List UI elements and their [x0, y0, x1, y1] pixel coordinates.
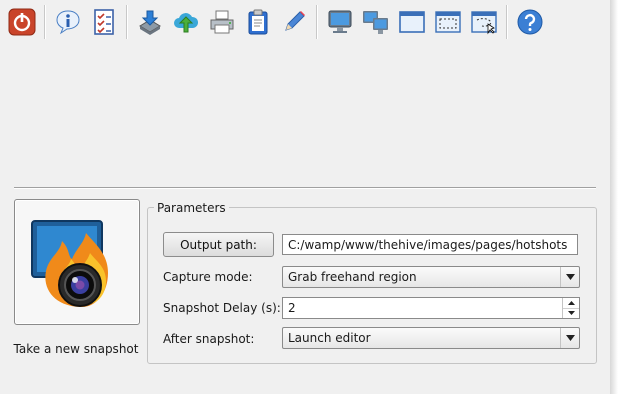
- window-icon: [399, 11, 425, 33]
- edit-button[interactable]: [276, 4, 312, 40]
- freehand-region-icon: [471, 11, 497, 35]
- power-icon: [8, 8, 36, 36]
- clipboard-icon: [248, 9, 268, 35]
- after-snapshot-label: After snapshot:: [163, 332, 255, 346]
- pencil-icon: [285, 11, 305, 31]
- printer-icon: [210, 10, 234, 34]
- toolbar-separator: [126, 5, 128, 39]
- snapshot-delay-value: 2: [288, 301, 296, 315]
- help-icon: [517, 9, 543, 35]
- capture-region-button[interactable]: [430, 4, 466, 40]
- checklist-icon: [94, 9, 114, 35]
- info-icon: [56, 10, 80, 35]
- monitor-icon: [328, 10, 352, 33]
- chevron-down-icon: [560, 267, 579, 287]
- window-shadow: [610, 0, 618, 394]
- spin-down-icon[interactable]: [562, 308, 579, 318]
- upload-button[interactable]: [168, 4, 204, 40]
- toolbar-separator: [316, 5, 318, 39]
- take-snapshot-button[interactable]: [14, 199, 140, 325]
- about-button[interactable]: [50, 4, 86, 40]
- capture-all-screens-button[interactable]: [358, 4, 394, 40]
- after-snapshot-select[interactable]: Launch editor: [282, 327, 580, 349]
- snapshot-delay-spinbox[interactable]: 2: [282, 297, 580, 319]
- capture-mode-select[interactable]: Grab freehand region: [282, 266, 580, 288]
- snapshot-delay-label: Snapshot Delay (s):: [163, 301, 281, 315]
- capture-mode-label: Capture mode:: [163, 270, 253, 284]
- separator-line: [14, 187, 596, 189]
- cloud-upload-icon: [174, 13, 199, 33]
- after-snapshot-value: Launch editor: [288, 331, 371, 345]
- take-snapshot-label: Take a new snapshot: [13, 342, 139, 356]
- output-path-field[interactable]: C:/wamp/www/thehive/images/pages/hotshot…: [282, 234, 578, 255]
- preferences-button[interactable]: [86, 4, 122, 40]
- capture-screen-button[interactable]: [322, 4, 358, 40]
- camera-flame-icon: [31, 220, 108, 307]
- region-icon: [435, 11, 461, 33]
- toolbar: [4, 2, 548, 42]
- multi-monitor-icon: [363, 11, 388, 34]
- copy-button[interactable]: [240, 4, 276, 40]
- quit-button[interactable]: [4, 4, 40, 40]
- print-button[interactable]: [204, 4, 240, 40]
- chevron-down-icon: [560, 328, 579, 348]
- capture-freehand-button[interactable]: [466, 4, 502, 40]
- main-window: Take a new snapshot Parameters Output pa…: [0, 0, 611, 394]
- save-button[interactable]: [132, 4, 168, 40]
- output-path-button[interactable]: Output path:: [163, 232, 274, 257]
- parameters-legend: Parameters: [154, 201, 229, 215]
- install-icon: [139, 10, 161, 35]
- capture-window-button[interactable]: [394, 4, 430, 40]
- toolbar-separator: [44, 5, 46, 39]
- help-button[interactable]: [512, 4, 548, 40]
- capture-mode-value: Grab freehand region: [288, 270, 417, 284]
- toolbar-separator: [506, 5, 508, 39]
